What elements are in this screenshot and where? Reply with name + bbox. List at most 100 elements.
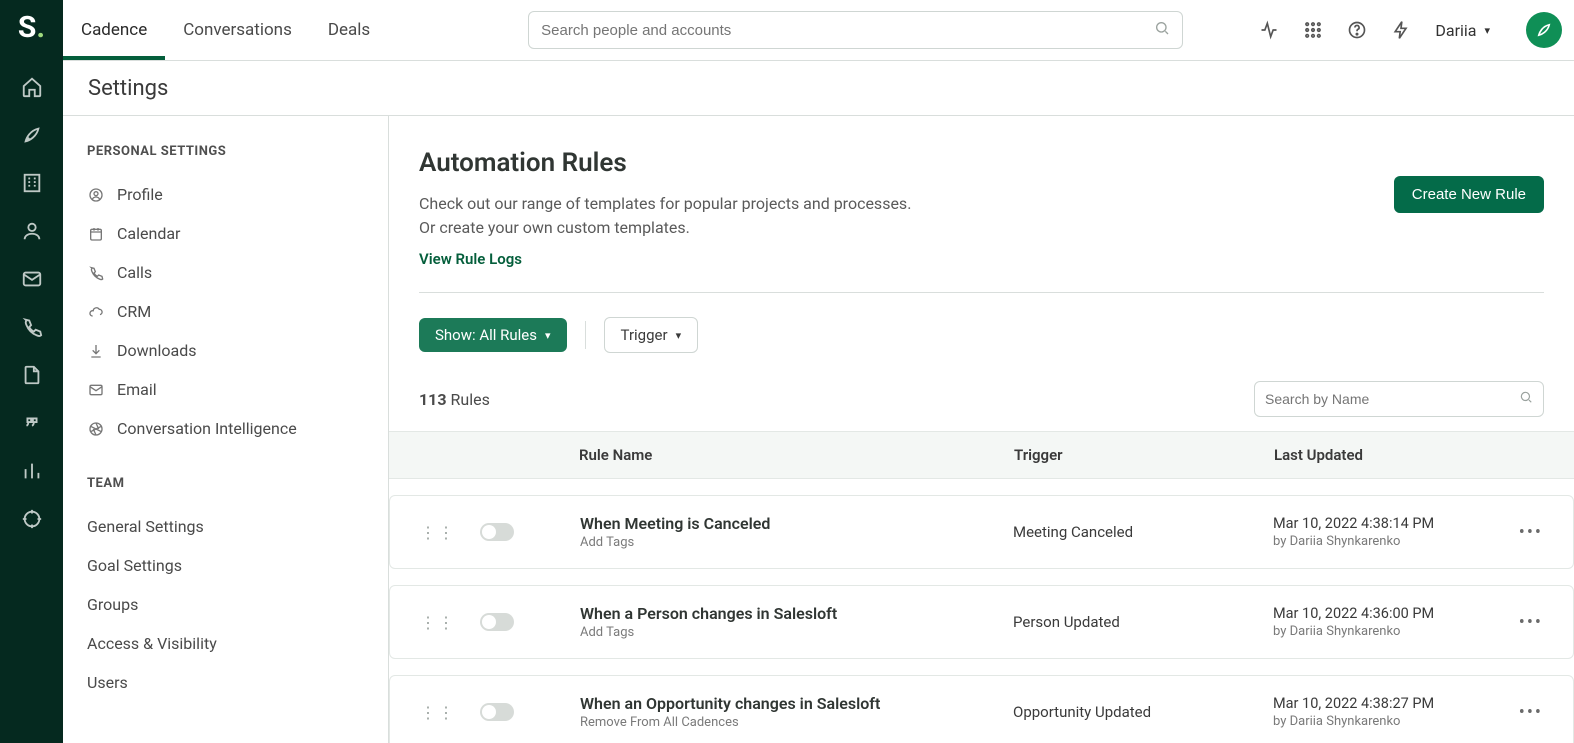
apps-grid-icon[interactable] (1303, 20, 1323, 40)
rule-toggle[interactable] (480, 613, 514, 631)
mail-icon[interactable] (20, 267, 44, 291)
quote-icon[interactable] (20, 411, 44, 435)
filter-show-all-rules[interactable]: Show: All Rules ▾ (419, 318, 567, 352)
sidebar-item-label: Conversation Intelligence (117, 419, 297, 438)
filter-trigger-label: Trigger (621, 326, 668, 344)
rule-toggle[interactable] (480, 523, 514, 541)
sidebar-item-goal-settings[interactable]: Goal Settings (87, 546, 388, 585)
global-search[interactable] (528, 11, 1183, 49)
rule-count-number: 113 (419, 390, 447, 409)
drag-handle-icon[interactable]: ⋮⋮ (420, 613, 456, 632)
cloud-icon (87, 303, 105, 321)
sidebar-item-label: Goal Settings (87, 556, 182, 575)
sidebar-section-personal: PERSONAL SETTINGS (87, 144, 388, 159)
topbar: Cadence Conversations Deals Dariia ▾ (63, 0, 1574, 61)
create-new-rule-button[interactable]: Create New Rule (1394, 176, 1544, 213)
user-menu[interactable]: Dariia ▾ (1435, 21, 1490, 40)
sidebar-item-label: Calendar (117, 224, 180, 243)
page-title: Settings (63, 61, 1574, 116)
rule-updated-by: by Dariia Shynkarenko (1273, 534, 1503, 549)
sidebar-item-label: General Settings (87, 517, 204, 536)
topnav-conversations[interactable]: Conversations (165, 0, 310, 60)
sidebar-item-users[interactable]: Users (87, 663, 388, 702)
search-rules-input[interactable] (1265, 391, 1519, 407)
col-rule-name: Rule Name (579, 446, 1014, 464)
phone-icon (87, 264, 105, 282)
sidebar-item-access-visibility[interactable]: Access & Visibility (87, 624, 388, 663)
rule-updated-by: by Dariia Shynkarenko (1273, 714, 1503, 729)
settings-sidebar: PERSONAL SETTINGS Profile Calendar Calls… (63, 116, 389, 743)
filter-trigger[interactable]: Trigger ▾ (604, 317, 699, 353)
rule-toggle[interactable] (480, 703, 514, 721)
phone-icon[interactable] (20, 315, 44, 339)
rule-name[interactable]: When Meeting is Canceled (580, 514, 1013, 533)
row-menu-icon[interactable]: ••• (1503, 702, 1543, 723)
row-menu-icon[interactable]: ••• (1503, 522, 1543, 543)
file-icon[interactable] (20, 363, 44, 387)
bar-chart-icon[interactable] (20, 459, 44, 483)
mail-icon (87, 381, 105, 399)
drag-handle-icon[interactable]: ⋮⋮ (420, 523, 456, 542)
help-icon[interactable] (1347, 20, 1367, 40)
sidebar-item-conversation-intelligence[interactable]: Conversation Intelligence (87, 409, 388, 448)
building-icon[interactable] (20, 171, 44, 195)
sidebar-item-label: Email (117, 380, 157, 399)
view-rule-logs-link[interactable]: View Rule Logs (419, 250, 522, 268)
person-icon[interactable] (20, 219, 44, 243)
sidebar-item-email[interactable]: Email (87, 370, 388, 409)
avatar-launch-icon[interactable] (1526, 12, 1562, 48)
aperture-icon (87, 420, 105, 438)
sidebar-item-profile[interactable]: Profile (87, 175, 388, 214)
rule-updated-date: Mar 10, 2022 4:38:14 PM (1273, 515, 1503, 532)
sidebar-item-calls[interactable]: Calls (87, 253, 388, 292)
target-icon[interactable] (20, 507, 44, 531)
sidebar-item-label: Calls (117, 263, 152, 282)
rocket-icon[interactable] (20, 123, 44, 147)
rule-updated-date: Mar 10, 2022 4:36:00 PM (1273, 605, 1503, 622)
sidebar-item-groups[interactable]: Groups (87, 585, 388, 624)
bolt-icon[interactable] (1391, 20, 1411, 40)
panel-subtitle-line2: Or create your own custom templates. (419, 218, 690, 237)
sidebar-item-calendar[interactable]: Calendar (87, 214, 388, 253)
rule-trigger: Person Updated (1013, 613, 1273, 631)
brand-logo: S. (18, 10, 45, 45)
rule-action: Remove From All Cadences (580, 715, 1013, 730)
col-last-updated: Last Updated (1274, 446, 1504, 464)
rule-name[interactable]: When a Person changes in Salesloft (580, 604, 1013, 623)
search-rules[interactable] (1254, 381, 1544, 417)
filter-separator (585, 321, 586, 349)
col-trigger: Trigger (1014, 446, 1274, 464)
global-search-input[interactable] (541, 22, 1154, 39)
rule-action: Add Tags (580, 535, 1013, 550)
rule-updated-date: Mar 10, 2022 4:38:27 PM (1273, 695, 1503, 712)
home-icon[interactable] (20, 75, 44, 99)
user-name: Dariia (1435, 21, 1476, 40)
download-icon (87, 342, 105, 360)
topnav-deals[interactable]: Deals (310, 0, 388, 60)
sidebar-item-downloads[interactable]: Downloads (87, 331, 388, 370)
chevron-down-icon: ▾ (676, 329, 682, 342)
rule-row: ⋮⋮ When Meeting is Canceled Add Tags Mee… (389, 495, 1574, 569)
sidebar-item-label: CRM (117, 302, 151, 321)
sidebar-item-crm[interactable]: CRM (87, 292, 388, 331)
sidebar-item-general-settings[interactable]: General Settings (87, 507, 388, 546)
sidebar-item-label: Profile (117, 185, 163, 204)
panel-subtitle-line1: Check out our range of templates for pop… (419, 194, 911, 213)
chevron-down-icon: ▾ (545, 329, 551, 342)
table-header: Rule Name Trigger Last Updated (389, 431, 1574, 479)
rule-count: 113 Rules (419, 390, 490, 409)
rule-row: ⋮⋮ When an Opportunity changes in Salesl… (389, 675, 1574, 743)
search-icon (1519, 390, 1533, 408)
calendar-icon (87, 225, 105, 243)
user-circle-icon (87, 186, 105, 204)
rule-trigger: Meeting Canceled (1013, 523, 1273, 541)
chevron-down-icon: ▾ (1484, 24, 1490, 37)
activity-icon[interactable] (1259, 20, 1279, 40)
topnav-cadence[interactable]: Cadence (63, 0, 165, 60)
rule-name[interactable]: When an Opportunity changes in Salesloft (580, 694, 1013, 713)
panel-heading: Automation Rules (419, 148, 1544, 178)
drag-handle-icon[interactable]: ⋮⋮ (420, 703, 456, 722)
row-menu-icon[interactable]: ••• (1503, 612, 1543, 633)
rule-trigger: Opportunity Updated (1013, 703, 1273, 721)
filter-show-label: Show: All Rules (435, 326, 537, 344)
